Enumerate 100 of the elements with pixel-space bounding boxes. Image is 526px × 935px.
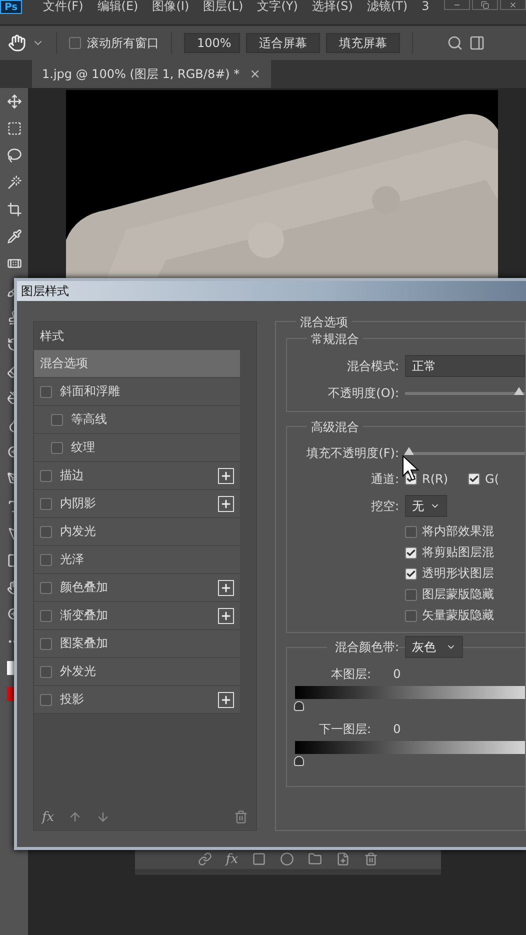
field-label: 填充不透明度(F): (306, 444, 399, 462)
menu-item[interactable]: 文字(Y) (250, 0, 305, 12)
add-button[interactable] (218, 468, 234, 484)
crop-icon[interactable] (6, 202, 22, 217)
checkbox[interactable] (405, 588, 417, 600)
menu-item[interactable]: 选择(S) (304, 0, 360, 12)
checkbox-label: 矢量蒙版隐藏 (422, 607, 494, 624)
document-tab[interactable]: 1.jpg @ 100% (图层 1, RGB/8#) * × (32, 60, 271, 88)
checkbox[interactable] (40, 386, 52, 398)
style-item[interactable]: 图案叠加 (34, 630, 240, 658)
value-text: 0 (392, 722, 402, 736)
plus-icon (220, 470, 232, 482)
style-item[interactable]: 颜色叠加 (34, 574, 240, 602)
plus-icon (220, 582, 232, 594)
checkbox[interactable] (40, 666, 52, 678)
checkbox[interactable] (468, 473, 480, 485)
checkbox[interactable] (40, 610, 52, 622)
field-label: 通道: (370, 470, 399, 488)
checkbox[interactable] (40, 526, 52, 538)
style-label: 等高线 (71, 411, 108, 428)
style-item[interactable]: 描边 (34, 462, 240, 490)
restore-button[interactable] (472, 0, 498, 10)
menu-item[interactable]: 滤镜(T) (360, 0, 415, 12)
menu-item[interactable]: 图像(I) (145, 0, 196, 12)
trash-icon[interactable] (364, 852, 378, 866)
add-button[interactable] (218, 496, 234, 512)
checkbox[interactable] (40, 638, 52, 650)
style-item[interactable]: 等高线 (34, 406, 240, 434)
checkbox[interactable] (40, 554, 52, 566)
checkbox[interactable] (51, 414, 63, 426)
checkbox[interactable] (51, 442, 63, 454)
style-item[interactable]: 内阴影 (34, 490, 240, 518)
checkbox[interactable] (405, 568, 417, 580)
style-label: 混合选项 (40, 355, 89, 372)
close-tab-button[interactable]: × (250, 66, 261, 82)
check-icon (406, 548, 416, 558)
style-item[interactable]: 投影 (34, 686, 240, 714)
folder-icon[interactable] (308, 852, 322, 866)
mask-icon[interactable] (252, 852, 266, 866)
search-icon[interactable] (447, 35, 463, 51)
wand-icon[interactable] (6, 175, 22, 190)
lasso-icon[interactable] (6, 148, 22, 163)
checkbox[interactable] (405, 546, 417, 558)
dialog-title: 图层样式 (21, 282, 69, 300)
check-icon (406, 474, 416, 484)
style-item[interactable]: 斜面和浮雕 (34, 378, 240, 406)
menu-item[interactable]: 3 (414, 0, 436, 12)
style-item[interactable]: 混合选项 (34, 350, 240, 378)
menu-item[interactable]: 图层(L) (196, 0, 250, 12)
styles-header: 样式 (39, 328, 65, 344)
close-button[interactable] (500, 0, 526, 10)
style-label: 外发光 (60, 663, 97, 680)
fit-button[interactable]: 填充屏幕 (326, 33, 400, 53)
checkbox-label: R(R) (422, 472, 448, 486)
bandage-icon[interactable] (6, 256, 22, 271)
move-icon[interactable] (6, 94, 22, 109)
panel-icon[interactable] (469, 35, 485, 51)
style-label: 内发光 (60, 523, 97, 540)
move-up-icon[interactable] (68, 810, 82, 824)
add-button[interactable] (218, 608, 234, 624)
fx-button[interactable]: fx (42, 810, 54, 824)
checkbox[interactable] (405, 526, 417, 538)
slider-thumb[interactable] (514, 387, 524, 395)
link-icon[interactable] (198, 852, 212, 866)
style-item[interactable]: 光泽 (34, 546, 240, 574)
slider-thumb[interactable] (294, 756, 304, 766)
tab-title: 1.jpg @ 100% (图层 1, RGB/8#) * (42, 66, 240, 82)
checkbox[interactable] (405, 610, 417, 622)
marquee-icon[interactable] (6, 121, 22, 136)
style-item[interactable]: 纹理 (34, 434, 240, 462)
menu-item[interactable]: 编辑(E) (90, 0, 146, 12)
checkbox[interactable] (40, 470, 52, 482)
blend-mode-select[interactable]: 正常 (405, 355, 525, 377)
fit-button[interactable]: 适合屏幕 (246, 33, 320, 53)
style-label: 光泽 (60, 551, 85, 568)
hand-icon[interactable] (8, 34, 26, 52)
move-down-icon[interactable] (96, 810, 110, 824)
checkbox[interactable] (40, 582, 52, 594)
fx-button[interactable]: fx (226, 852, 238, 866)
add-button[interactable] (218, 580, 234, 596)
trash-icon[interactable] (234, 810, 248, 824)
zoom-button[interactable]: 100% (184, 33, 240, 53)
style-item[interactable]: 内发光 (34, 518, 240, 546)
new-layer-icon[interactable] (336, 852, 350, 866)
checkbox-label: 图层蒙版隐藏 (422, 586, 494, 603)
style-item[interactable]: 渐变叠加 (34, 602, 240, 630)
knockout-select[interactable]: 无 (405, 495, 447, 517)
cursor-icon (402, 455, 420, 481)
slider-thumb[interactable] (294, 701, 304, 711)
blend-if-select[interactable]: 灰色 (405, 636, 463, 658)
add-button[interactable] (218, 692, 234, 708)
eyedropper-icon[interactable] (6, 229, 22, 244)
checkbox[interactable] (40, 498, 52, 510)
field-label: 下一图层: (318, 720, 371, 738)
checkbox[interactable] (40, 694, 52, 706)
adjustment-icon[interactable] (280, 852, 294, 866)
menu-item[interactable]: 文件(F) (36, 0, 90, 12)
checkbox[interactable] (69, 37, 81, 49)
style-item[interactable]: 外发光 (34, 658, 240, 686)
style-label: 投影 (60, 691, 85, 708)
